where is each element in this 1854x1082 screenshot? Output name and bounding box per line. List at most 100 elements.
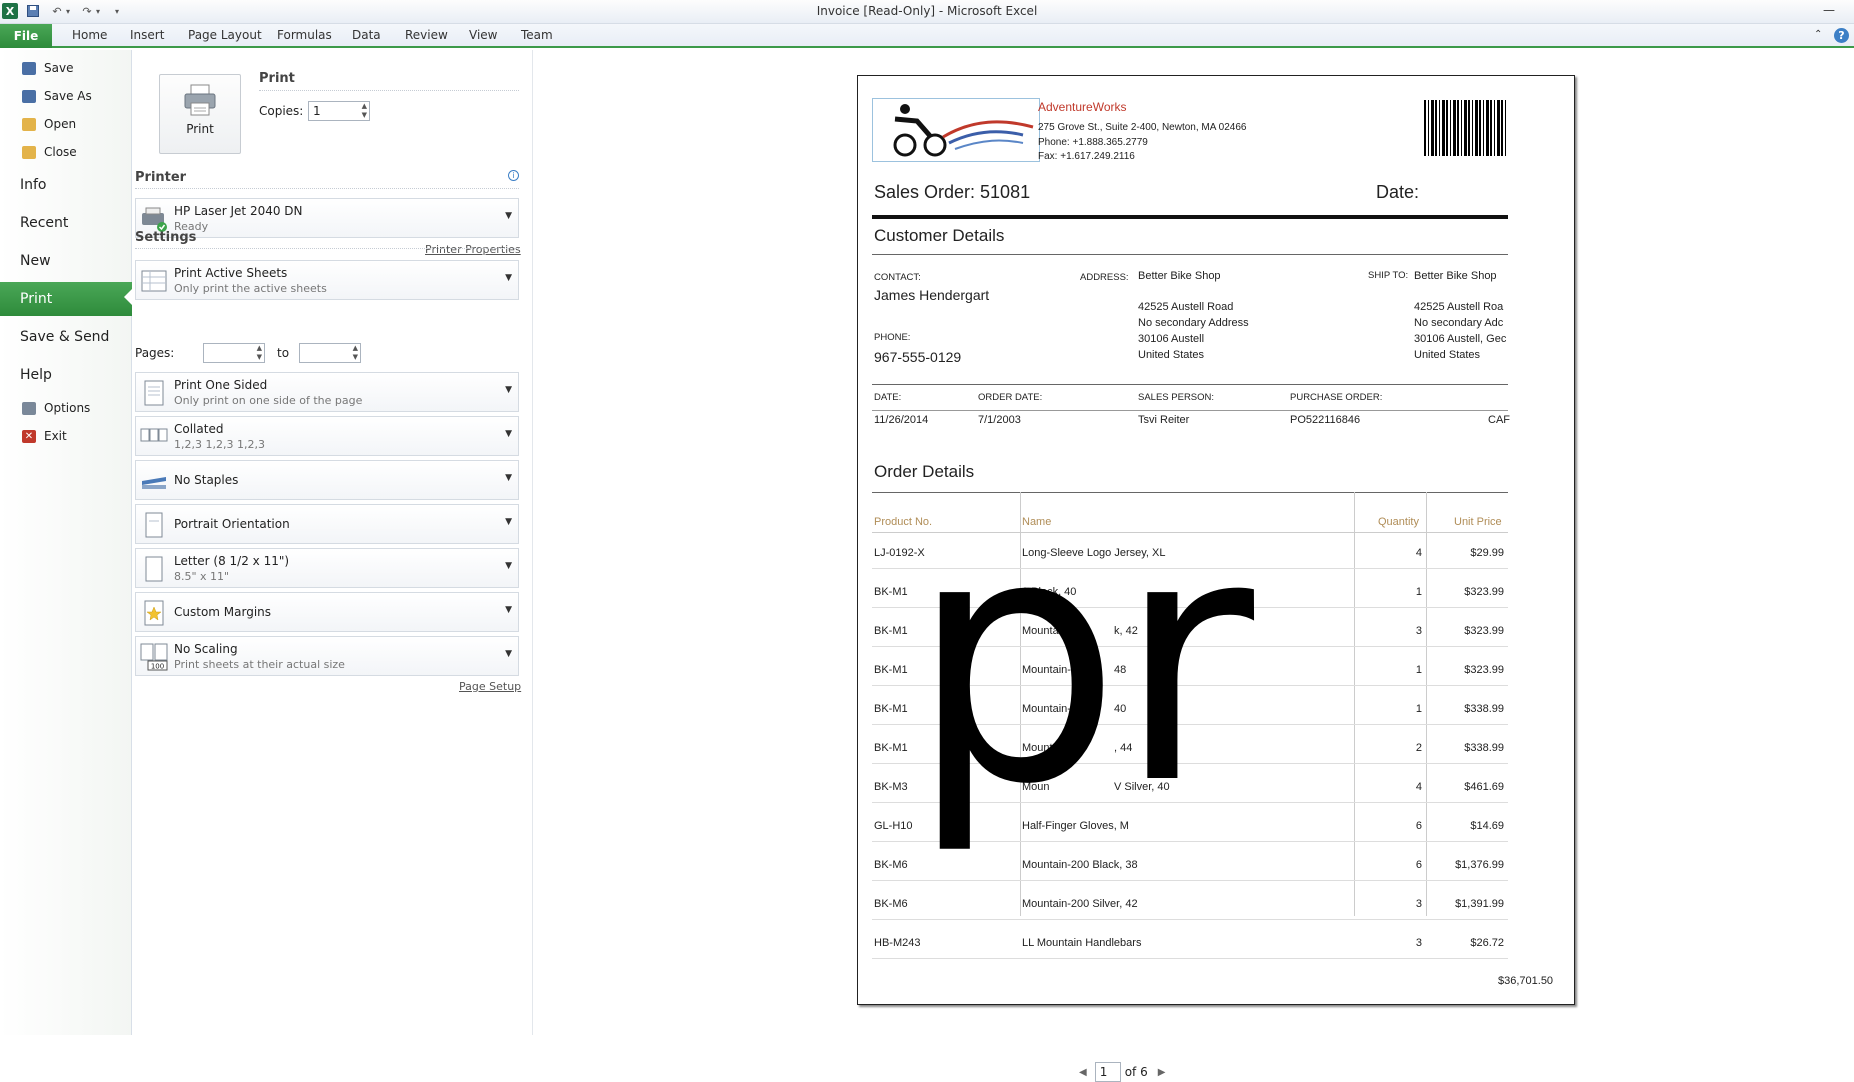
nav-save-label: Save	[44, 61, 74, 75]
nav-save-as[interactable]: Save As	[0, 84, 132, 108]
address-line: Better Bike Shop	[1138, 270, 1221, 282]
ship-line: No secondary Adc	[1414, 317, 1504, 329]
tab-view[interactable]: View	[469, 28, 497, 42]
spinner-arrows-icon[interactable]: ▲ ▼	[353, 344, 358, 362]
scaling-dropdown[interactable]: 100 No Scaling Print sheets at their act…	[135, 636, 519, 676]
spinner-arrows-icon[interactable]: ▲ ▼	[362, 102, 367, 120]
company-phone: Phone: +1.888.365.2779	[1038, 137, 1148, 148]
divider	[135, 188, 519, 189]
nav-exit-label: Exit	[44, 429, 67, 443]
tab-insert[interactable]: Insert	[130, 28, 164, 42]
nav-close[interactable]: Close	[0, 140, 132, 164]
minimize-icon[interactable]: —	[1814, 0, 1844, 20]
print-what-sub: Only print the active sheets	[174, 282, 327, 295]
date-label: Date:	[1376, 182, 1420, 202]
address-line: United States	[1138, 349, 1205, 361]
column-header-unit-price: Unit Price	[1454, 516, 1502, 528]
copies-stepper[interactable]: 1 ▲ ▼	[308, 101, 370, 121]
nav-help[interactable]: Help	[0, 360, 132, 390]
tab-team[interactable]: Team	[521, 28, 553, 42]
divider	[135, 248, 519, 249]
spinner-arrows-icon[interactable]: ▲ ▼	[257, 344, 262, 362]
staples-dropdown[interactable]: No Staples ▼	[135, 460, 519, 500]
tab-formulas[interactable]: Formulas	[277, 28, 332, 42]
page-setup-link[interactable]: Page Setup	[459, 680, 521, 693]
print-preview: AdventureWorks 275 Grove St., Suite 2-40…	[534, 50, 1854, 1082]
pages-from-input[interactable]: ▲ ▼	[203, 343, 265, 363]
row-divider	[872, 919, 1508, 920]
nav-save-send[interactable]: Save & Send	[0, 322, 132, 352]
ship-line: United States	[1414, 349, 1481, 361]
portrait-orientation-icon	[145, 512, 163, 538]
paper-size-icon	[145, 556, 163, 582]
unit-price-cell: $26.72	[1470, 937, 1504, 949]
print-what-dropdown[interactable]: Print Active Sheets Only print the activ…	[135, 260, 519, 300]
tab-data[interactable]: Data	[352, 28, 381, 42]
next-page-icon[interactable]: ▶	[1158, 1067, 1166, 1078]
scaling-title: No Scaling	[174, 642, 238, 656]
nav-open[interactable]: Open	[0, 112, 132, 136]
sales-order-number: Sales Order: 51081	[874, 182, 1031, 202]
orientation-dropdown[interactable]: Portrait Orientation ▼	[135, 504, 519, 544]
info-value: Tsvi Reiter	[1138, 414, 1190, 426]
contact-label: CONTACT:	[874, 272, 921, 283]
nav-options[interactable]: Options	[0, 396, 132, 420]
address-line: 42525 Austell Road	[1138, 301, 1234, 313]
info-value: 7/1/2003	[978, 414, 1021, 426]
staples-title: No Staples	[174, 473, 239, 487]
nav-new[interactable]: New	[0, 246, 132, 276]
address-line: No secondary Address	[1138, 317, 1249, 329]
ribbon-tabs: File Home Insert Page Layout Formulas Da…	[0, 24, 1854, 48]
nav-recent[interactable]: Recent	[0, 208, 132, 238]
chevron-down-icon: ▼	[505, 605, 512, 615]
backstage-nav: Save Save As Open Close Info Recent New …	[0, 50, 132, 1035]
printer-properties-link[interactable]: Printer Properties	[425, 243, 521, 256]
unit-price-cell: $1,391.99	[1455, 898, 1504, 910]
info-header: PURCHASE ORDER:	[1290, 392, 1383, 403]
settings-heading: Settings	[135, 230, 197, 245]
print-heading: Print	[259, 71, 295, 86]
scaling-badge: 100	[151, 663, 164, 671]
scaling-sub: Print sheets at their actual size	[174, 658, 345, 671]
phone-value: 967-555-0129	[874, 349, 962, 365]
options-icon	[22, 401, 36, 415]
contact-name: James Hendergart	[874, 287, 990, 303]
divider	[259, 90, 519, 91]
margins-title: Custom Margins	[174, 605, 272, 619]
sided-dropdown[interactable]: Print One Sided Only print on one side o…	[135, 372, 519, 412]
collation-sub: 1,2,3 1,2,3 1,2,3	[174, 438, 265, 451]
paper-size-title: Letter (8 1/2 x 11")	[174, 554, 290, 568]
tab-page-layout[interactable]: Page Layout	[188, 28, 262, 42]
divider	[872, 254, 1508, 255]
nav-print[interactable]: Print	[0, 282, 132, 316]
collation-dropdown[interactable]: Collated 1,2,3 1,2,3 1,2,3 ▼	[135, 416, 519, 456]
help-icon[interactable]: ?	[1834, 28, 1849, 43]
print-button[interactable]: Print	[159, 74, 241, 154]
tab-review[interactable]: Review	[405, 28, 448, 42]
stapler-icon	[142, 477, 166, 489]
exit-icon: ✕	[22, 429, 36, 443]
title-rule	[872, 215, 1508, 219]
margins-dropdown[interactable]: Custom Margins ▼	[135, 592, 519, 632]
chevron-down-icon: ▼	[505, 429, 512, 439]
paper-size-dropdown[interactable]: Letter (8 1/2 x 11") 8.5" x 11" ▼	[135, 548, 519, 588]
chevron-down-icon: ▼	[505, 473, 512, 483]
custom-margins-icon	[144, 600, 164, 626]
sided-sub: Only print on one side of the page	[174, 394, 363, 407]
collated-icon	[140, 428, 168, 442]
nav-exit[interactable]: ✕ Exit	[0, 424, 132, 448]
chevron-down-icon: ▼	[505, 561, 512, 571]
tab-home[interactable]: Home	[72, 28, 107, 42]
nav-close-label: Close	[44, 145, 77, 159]
nav-options-label: Options	[44, 401, 91, 415]
info-icon[interactable]: i	[508, 170, 519, 181]
previous-page-icon[interactable]: ◀	[1079, 1067, 1087, 1078]
nav-info[interactable]: Info	[0, 170, 132, 200]
current-page-input[interactable]: 1	[1094, 1062, 1121, 1082]
pages-to-input[interactable]: ▲ ▼	[299, 343, 361, 363]
row-divider	[872, 880, 1508, 881]
company-name: AdventureWorks	[1038, 100, 1127, 114]
tab-file[interactable]: File	[0, 24, 52, 48]
nav-save[interactable]: Save	[0, 56, 132, 80]
minimize-ribbon-icon[interactable]: ⌃	[1814, 29, 1822, 40]
